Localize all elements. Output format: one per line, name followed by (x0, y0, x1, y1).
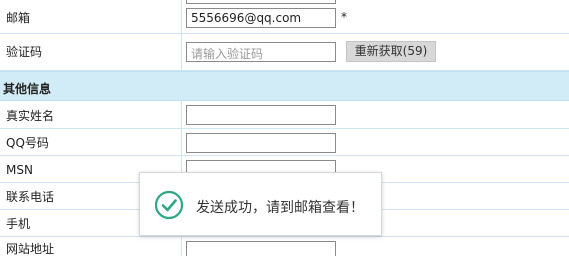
mobile-label: 手机 (6, 217, 31, 231)
column-divider (181, 237, 182, 256)
real-name-label: 真实姓名 (6, 109, 55, 123)
section-title: 其他信息 (3, 82, 52, 96)
column-divider (181, 0, 182, 33)
website-label: 网站地址 (6, 242, 55, 256)
email-label: 邮箱 (6, 11, 31, 25)
qq-input[interactable] (186, 133, 336, 153)
field-row-real-name: 真实姓名 (0, 101, 569, 129)
required-mark: * (341, 10, 347, 24)
captcha-row: 验证码 请输入验证码 重新获取(59) (0, 34, 569, 71)
website-input[interactable] (186, 241, 336, 256)
column-divider (181, 129, 182, 155)
email-row: 邮箱 5556696@qq.com * (0, 0, 569, 34)
check-circle-icon (154, 190, 184, 220)
msn-label: MSN (6, 163, 33, 177)
resend-code-button[interactable]: 重新获取(59) (346, 41, 436, 62)
toast-message: 发送成功，请到邮箱查看！ (196, 200, 364, 216)
email-field[interactable]: 5556696@qq.com (186, 8, 336, 28)
qq-label: QQ号码 (6, 136, 49, 150)
captcha-label: 验证码 (6, 45, 43, 59)
phone-label: 联系电话 (6, 190, 55, 204)
section-header: 其他信息 (0, 71, 569, 101)
captcha-input[interactable]: 请输入验证码 (186, 42, 336, 62)
register-form: 邮箱 5556696@qq.com * 验证码 请输入验证码 重新获取(59) … (0, 0, 569, 256)
real-name-input[interactable] (186, 105, 336, 125)
column-divider (181, 34, 182, 70)
field-row-qq: QQ号码 (0, 129, 569, 156)
success-toast: 发送成功，请到邮箱查看！ (139, 172, 382, 236)
field-row-website: 网站地址 (0, 237, 569, 256)
column-divider (181, 101, 182, 128)
